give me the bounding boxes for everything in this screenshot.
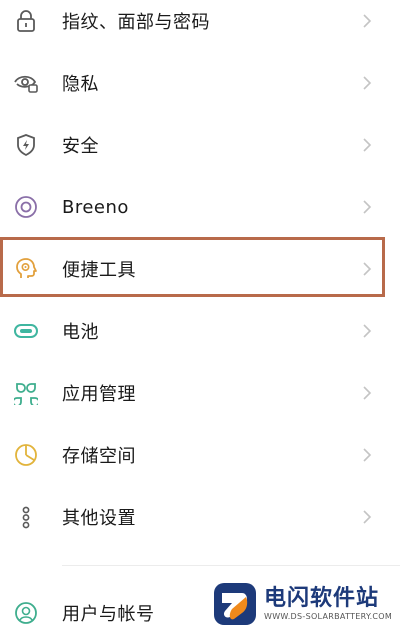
convenience-tools-icon xyxy=(13,256,39,282)
settings-item-label: 用户与帐号 xyxy=(62,604,155,625)
section-divider xyxy=(62,565,400,566)
app-management-icon xyxy=(13,380,39,406)
chevron-right-icon xyxy=(363,14,372,28)
chevron-right-icon xyxy=(363,76,372,90)
watermark: 电闪软件站 WWW.DS-SOLARBATTERY.COM xyxy=(202,578,400,630)
chevron-right-icon xyxy=(363,386,372,400)
settings-item-label: 指纹、面部与密码 xyxy=(62,12,210,33)
settings-item-label: 安全 xyxy=(62,136,99,157)
settings-item-app-management[interactable]: 应用管理 xyxy=(0,362,400,424)
chevron-right-icon xyxy=(363,510,372,524)
watermark-subtitle: WWW.DS-SOLARBATTERY.COM xyxy=(264,612,393,621)
storage-pie-icon xyxy=(13,442,39,468)
more-settings-icon xyxy=(13,504,39,530)
settings-item-label: 存储空间 xyxy=(62,446,136,467)
chevron-right-icon xyxy=(363,324,372,338)
privacy-eye-icon xyxy=(13,70,39,96)
settings-item-breeno[interactable]: Breeno xyxy=(0,176,400,238)
lock-icon xyxy=(13,8,39,34)
chevron-right-icon xyxy=(363,262,372,276)
settings-item-fingerprint-face-password[interactable]: 指纹、面部与密码 xyxy=(0,0,400,52)
settings-item-label: 其他设置 xyxy=(62,508,136,529)
watermark-logo-icon xyxy=(214,583,256,625)
settings-item-security[interactable]: 安全 xyxy=(0,114,400,176)
settings-item-label: 便捷工具 xyxy=(62,260,136,281)
settings-screen: 指纹、面部与密码 隐私 安全 Breeno 便捷工具 电池 应用管理 存储空间 … xyxy=(0,0,400,630)
settings-item-label: 电池 xyxy=(62,322,99,343)
settings-item-battery[interactable]: 电池 xyxy=(0,300,400,362)
chevron-right-icon xyxy=(363,448,372,462)
user-account-icon xyxy=(13,600,39,626)
settings-item-privacy[interactable]: 隐私 xyxy=(0,52,400,114)
settings-item-other-settings[interactable]: 其他设置 xyxy=(0,486,400,548)
shield-icon xyxy=(13,132,39,158)
settings-item-storage[interactable]: 存储空间 xyxy=(0,424,400,486)
settings-item-label: 隐私 xyxy=(62,74,99,95)
battery-icon xyxy=(13,318,39,344)
settings-item-label: 应用管理 xyxy=(62,384,136,405)
watermark-title: 电闪软件站 xyxy=(264,586,380,611)
breeno-icon xyxy=(13,194,39,220)
settings-item-convenience-tools[interactable]: 便捷工具 xyxy=(0,238,400,300)
settings-item-label: Breeno xyxy=(62,196,129,218)
chevron-right-icon xyxy=(363,200,372,214)
chevron-right-icon xyxy=(363,138,372,152)
